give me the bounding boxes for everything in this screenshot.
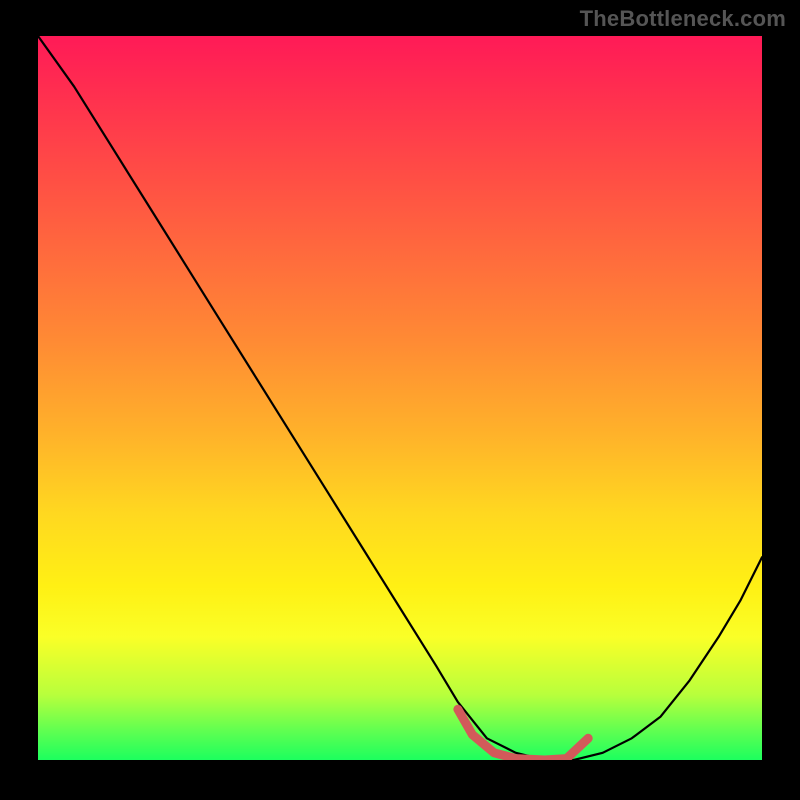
plot-svg <box>38 36 762 760</box>
chart-frame: TheBottleneck.com <box>0 0 800 800</box>
highlight-valley-marker <box>458 709 588 760</box>
watermark-text: TheBottleneck.com <box>580 6 786 32</box>
bottleneck-curve <box>38 36 762 760</box>
plot-area <box>38 36 762 760</box>
